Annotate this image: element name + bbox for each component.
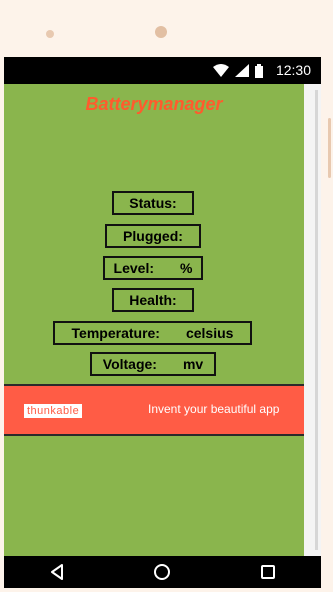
wifi-icon <box>213 64 229 77</box>
scrollbar[interactable] <box>315 90 318 550</box>
app-title: Batterymanager <box>85 94 223 114</box>
temperature-label: Temperature: <box>71 325 160 341</box>
status-label: Status: <box>129 195 177 211</box>
plugged-field: Plugged: <box>105 224 201 248</box>
status-field: Status: <box>112 191 194 215</box>
temperature-field: Temperature: celsius <box>53 321 252 345</box>
ad-brand-logo: thunkable <box>24 404 83 418</box>
level-label: Level: <box>113 260 154 276</box>
recents-button[interactable] <box>248 558 288 586</box>
ad-banner[interactable]: thunkable Invent your beautiful app <box>4 384 304 436</box>
phone-camera-dot <box>155 26 167 38</box>
recents-icon <box>261 565 276 579</box>
navigation-bar <box>4 556 321 588</box>
scroll-area <box>304 84 321 556</box>
plugged-label: Plugged: <box>123 228 183 244</box>
phone-speaker-dot <box>46 30 54 38</box>
status-icons <box>213 63 263 78</box>
level-unit: % <box>180 260 193 276</box>
health-field: Health: <box>112 288 194 312</box>
temperature-unit: celsius <box>185 325 234 341</box>
voltage-label: Voltage: <box>102 356 157 372</box>
app-screen: Batterymanager Status: Plugged: Level: %… <box>4 84 304 556</box>
home-icon <box>154 564 171 580</box>
status-bar: 12:30 <box>4 57 321 84</box>
voltage-unit: mv <box>182 356 204 372</box>
clock: 12:30 <box>275 62 311 78</box>
signal-icon <box>235 64 249 77</box>
level-field: Level: % <box>103 256 203 280</box>
back-icon <box>50 564 63 580</box>
battery-icon <box>255 63 263 78</box>
back-button[interactable] <box>37 558 77 586</box>
home-button[interactable] <box>142 558 182 586</box>
ad-text: Invent your beautiful app <box>148 402 280 416</box>
voltage-field: Voltage: mv <box>90 352 216 376</box>
phone-side-button <box>328 118 331 178</box>
health-label: Health: <box>129 292 177 308</box>
